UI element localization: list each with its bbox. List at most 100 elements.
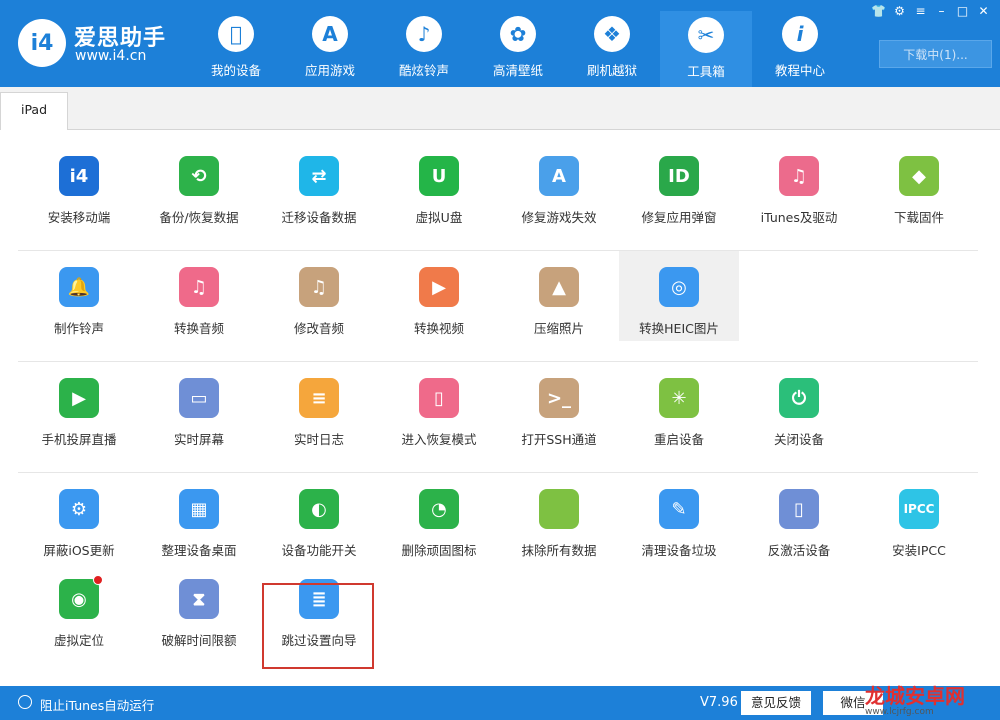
gear-icon[interactable]: ⚙ bbox=[889, 2, 910, 20]
tool-restart[interactable]: ✳ 重启设备 bbox=[619, 362, 739, 452]
tool-firmware-box[interactable]: ◆ 下载固件 bbox=[859, 140, 979, 230]
tool-block-update[interactable]: ⚙ 屏蔽iOS更新 bbox=[19, 473, 139, 563]
nav-ringtones[interactable]: ♪ 酷炫铃声 bbox=[378, 10, 470, 86]
dropbox-icon: ❖ bbox=[594, 16, 630, 52]
nav-label: 刷机越狱 bbox=[586, 63, 637, 78]
convert-audio-icon: ♫ bbox=[179, 267, 219, 307]
live-log-icon: ≡ bbox=[299, 378, 339, 418]
tool-power-off[interactable]: ⏻ 关闭设备 bbox=[739, 362, 859, 452]
tool-label: 实时日志 bbox=[293, 432, 344, 447]
icon-glyph: ▭ bbox=[190, 387, 208, 409]
tool-desktop-grid[interactable]: ▦ 整理设备桌面 bbox=[139, 473, 259, 563]
tool-i4-mobile[interactable]: i4 安装移动端 bbox=[19, 140, 139, 230]
tool-ssh-terminal[interactable]: >_ 打开SSH通道 bbox=[499, 362, 619, 452]
feedback-button[interactable]: 意见反馈 bbox=[741, 691, 811, 715]
feature-toggle-icon: ◐ bbox=[299, 489, 339, 529]
tab-bar bbox=[0, 87, 1000, 129]
title-bar: i4 爱思助手 www.i4.cn  我的设备 A 应用游戏 ♪ 酷炫铃声 ✿… bbox=[0, 0, 1000, 87]
nav-apps-games[interactable]: A 应用游戏 bbox=[284, 10, 376, 86]
tool-label: 手机投屏直播 bbox=[41, 432, 117, 447]
download-button[interactable]: 下载中(1)... bbox=[879, 40, 992, 68]
nav-toolbox[interactable]: ✂ 工具箱 bbox=[660, 11, 752, 87]
minimize-icon[interactable]: – bbox=[931, 2, 952, 20]
tool-label: 转换音频 bbox=[173, 321, 224, 336]
maximize-icon[interactable]: □ bbox=[952, 2, 973, 20]
tab-ipad[interactable]: iPad bbox=[0, 92, 68, 130]
tool-deactivate[interactable]: ▯ 反激活设备 bbox=[739, 473, 859, 563]
firmware-box-icon: ◆ bbox=[899, 156, 939, 196]
hourglass-icon: ⧗ bbox=[179, 579, 219, 619]
tool-migrate-data[interactable]: ⇄ 迁移设备数据 bbox=[259, 140, 379, 230]
nav-label: 我的设备 bbox=[210, 63, 261, 78]
migrate-data-icon: ⇄ bbox=[299, 156, 339, 196]
icon-glyph: IPCC bbox=[903, 502, 935, 516]
tool-label: 转换视频 bbox=[413, 321, 464, 336]
icon-glyph: ♫ bbox=[190, 276, 208, 298]
tool-itunes-driver[interactable]: ♫ iTunes及驱动 bbox=[739, 140, 859, 230]
tool-repair-game[interactable]: A 修复游戏失效 bbox=[499, 140, 619, 230]
tool-live-log[interactable]: ≡ 实时日志 bbox=[259, 362, 379, 452]
nav-flash-jailbreak[interactable]: ❖ 刷机越狱 bbox=[566, 10, 658, 86]
app-logo: i4 bbox=[18, 19, 66, 67]
watermark-url: www.lcjrfg.com bbox=[865, 707, 934, 717]
status-bar: 阻止iTunes自动运行 V7.96 意见反馈 微信 bbox=[0, 686, 1000, 720]
tool-label: 修改音频 bbox=[293, 321, 344, 336]
version-label: V7.96 bbox=[700, 695, 738, 710]
desktop-grid-icon: ▦ bbox=[179, 489, 219, 529]
nav-label: 酷炫铃声 bbox=[398, 63, 449, 78]
tool-edit-audio[interactable]: ♫ 修改音频 bbox=[259, 251, 379, 341]
tool-recovery-mode[interactable]: ▯ 进入恢复模式 bbox=[379, 362, 499, 452]
backup-restore-icon: ⟲ bbox=[179, 156, 219, 196]
icon-glyph: ◔ bbox=[431, 498, 447, 520]
tool-screen-mirror[interactable]: ▶ 手机投屏直播 bbox=[19, 362, 139, 452]
live-screen-icon: ▭ bbox=[179, 378, 219, 418]
tool-convert-video[interactable]: ▶ 转换视频 bbox=[379, 251, 499, 341]
deactivate-icon: ▯ bbox=[779, 489, 819, 529]
itunes-block-label[interactable]: 阻止iTunes自动运行 bbox=[40, 695, 154, 714]
tool-compress-photo[interactable]: ▲ 压缩照片 bbox=[499, 251, 619, 341]
watermark-title: 龙城安卓网 bbox=[865, 684, 965, 708]
nav-tutorials[interactable]: i 教程中心 bbox=[754, 10, 846, 86]
tool-convert-audio[interactable]: ♫ 转换音频 bbox=[139, 251, 259, 341]
tool-usb-drive[interactable]: U 虚拟U盘 bbox=[379, 140, 499, 230]
heic-image-icon: ◎ bbox=[659, 267, 699, 307]
menu-icon[interactable]: ≡ bbox=[910, 2, 931, 20]
icon-glyph: ⇄ bbox=[311, 165, 327, 187]
tool-ringtone-bell[interactable]: 🔔 制作铃声 bbox=[19, 251, 139, 341]
logo-text: i4 bbox=[30, 30, 54, 56]
icon-glyph: ◆ bbox=[912, 165, 926, 187]
tool-delete-icon[interactable]: ◔ 删除顽固图标 bbox=[379, 473, 499, 563]
tool-live-screen[interactable]: ▭ 实时屏幕 bbox=[139, 362, 259, 452]
tool-hourglass[interactable]: ⧗ 破解时间限额 bbox=[139, 563, 259, 653]
tool-label: 修复游戏失效 bbox=[521, 210, 597, 225]
watermark: 龙城安卓网 www.lcjrfg.com bbox=[865, 680, 1000, 720]
tool-ipcc[interactable]: IPCC 安装IPCC bbox=[859, 473, 979, 563]
nav-label: 高清壁纸 bbox=[492, 63, 543, 78]
icon-glyph: ♫ bbox=[790, 165, 808, 187]
tool-erase-data[interactable]: 抹除所有数据 bbox=[499, 473, 619, 563]
screen-mirror-icon: ▶ bbox=[59, 378, 99, 418]
apple-icon:  bbox=[218, 16, 254, 52]
tool-apple-id[interactable]: ID 修复应用弹窗 bbox=[619, 140, 739, 230]
tool-label: 清理设备垃圾 bbox=[641, 543, 717, 558]
power-off-icon: ⏻ bbox=[779, 378, 819, 418]
restart-icon: ✳ bbox=[659, 378, 699, 418]
shirt-icon[interactable]: 👕 bbox=[868, 2, 889, 20]
app-store-icon: A bbox=[312, 16, 348, 52]
tool-backup-restore[interactable]: ⟲ 备份/恢复数据 bbox=[139, 140, 259, 230]
nav-wallpapers[interactable]: ✿ 高清壁纸 bbox=[472, 10, 564, 86]
nav-my-device[interactable]:  我的设备 bbox=[190, 10, 282, 86]
itunes-block-radio[interactable] bbox=[18, 695, 32, 709]
tool-label: 制作铃声 bbox=[53, 321, 104, 336]
flower-icon: ✿ bbox=[500, 16, 536, 52]
tool-heic-image[interactable]: ◎ 转换HEIC图片 bbox=[619, 251, 739, 341]
tool-label: 反激活设备 bbox=[767, 543, 831, 558]
edit-audio-icon: ♫ bbox=[299, 267, 339, 307]
tool-location-pin[interactable]: ◉ 虚拟定位 bbox=[19, 563, 139, 653]
close-icon[interactable]: ✕ bbox=[973, 2, 994, 20]
icon-glyph: ▲ bbox=[552, 276, 566, 298]
tool-clean-junk[interactable]: ✎ 清理设备垃圾 bbox=[619, 473, 739, 563]
tool-feature-toggle[interactable]: ◐ 设备功能开关 bbox=[259, 473, 379, 563]
tool-label: 抹除所有数据 bbox=[521, 543, 597, 558]
icon-glyph: ✳ bbox=[671, 387, 687, 409]
